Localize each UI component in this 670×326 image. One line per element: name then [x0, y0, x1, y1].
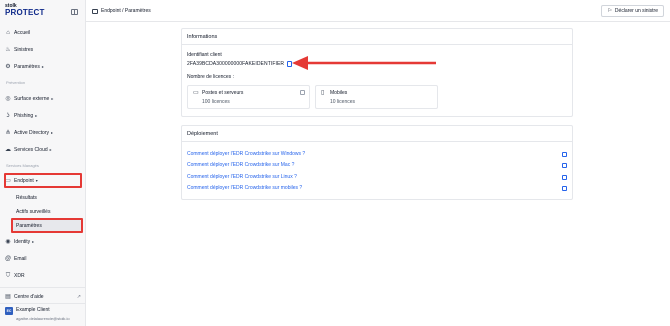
declare-claim-label: Déclarer un sinistre [614, 8, 658, 14]
sidebar-item-email[interactable]: @ Email [5, 253, 81, 264]
sidebar-item-label: Phishing [14, 112, 34, 119]
shield-icon: ⛉ [5, 272, 11, 279]
user-name: Example Client [16, 307, 50, 313]
sidebar-item-xdr[interactable]: ⛉ XDR [5, 270, 81, 281]
deploy-link-text[interactable]: Comment déployer l'EDR Crowdstrike sur W… [187, 151, 305, 157]
licence-box-postes: ▭ Postes et serveurs 100 licences [187, 85, 310, 109]
licence-box-mobiles: ▯ Mobiles 10 licences [315, 85, 438, 109]
sidebar-item-phishing[interactable]: ʖ Phishing ▸ [5, 110, 81, 121]
bell-icon: ⚐ [607, 8, 612, 14]
chevron-right-icon: ▸ [41, 64, 44, 69]
cloud-icon: ☁ [5, 146, 11, 153]
external-link-icon[interactable] [562, 185, 567, 191]
laptop-icon [92, 8, 98, 14]
deploy-link-mac[interactable]: Comment déployer l'EDR Crowdstrike sur M… [187, 160, 567, 170]
brand-line2: PROTECT [5, 8, 45, 17]
book-icon: ▤ [5, 293, 11, 300]
hook-icon: ʖ [6, 112, 10, 119]
fingerprint-icon: ◉ [5, 238, 11, 245]
licence-title: Mobiles [330, 90, 348, 96]
at-icon: @ [4, 255, 12, 262]
chevron-right-icon: ▸ [49, 147, 52, 152]
deploy-link-linux[interactable]: Comment déployer l'EDR Crowdstrike sur L… [187, 172, 567, 182]
topbar: Endpoint / Paramètres ⚐ Déclarer un sini… [86, 0, 670, 22]
globe-icon: ◎ [5, 95, 11, 102]
external-link-icon[interactable] [562, 174, 567, 180]
sidebar-item-label: Identity [14, 238, 31, 245]
sidebar-item-centre-aide[interactable]: ▤ Centre d'aide ↗ [5, 291, 81, 302]
annotation-arrow [292, 56, 436, 70]
section-label-prevention: Prévention [6, 80, 26, 85]
sidebar-divider [0, 287, 86, 288]
sidebar: stolk PROTECT ⌂ Accueil ♨ Sinistres ⚙ Pa… [0, 0, 86, 326]
sidebar-collapse-icon[interactable] [71, 9, 78, 15]
chevron-right-icon: ▸ [51, 96, 54, 101]
informations-title: Informations [182, 29, 572, 45]
sidebar-item-label: Email [14, 255, 27, 262]
client-id-value: 2FA39BCDA300000000FAKEIDENTIFIER [187, 61, 285, 67]
sidebar-subitem-resultats[interactable]: Résultats [16, 195, 37, 201]
sidebar-item-label: Services Cloud [14, 146, 48, 153]
declare-claim-button[interactable]: ⚐ Déclarer un sinistre [601, 5, 664, 17]
home-icon: ⌂ [6, 29, 10, 36]
user-email: agathe.delalaurencie@stoik.io [16, 316, 70, 321]
sidebar-item-label: Accueil [14, 29, 31, 36]
sidebar-item-identity[interactable]: ◉ Identity ▸ [5, 236, 81, 247]
sidebar-item-sinistres[interactable]: ♨ Sinistres [5, 44, 81, 55]
avatar[interactable]: EC [5, 307, 13, 315]
sidebar-item-label: XDR [14, 272, 25, 279]
deploy-link-text[interactable]: Comment déployer l'EDR Crowdstrike sur L… [187, 174, 297, 180]
licence-count: 100 licences [202, 99, 230, 105]
breadcrumb: Endpoint / Paramètres [92, 8, 151, 14]
endpoint-highlight-box [4, 173, 82, 188]
deploy-link-windows[interactable]: Comment déployer l'EDR Crowdstrike sur W… [187, 149, 567, 159]
info-icon[interactable] [300, 90, 305, 95]
sidebar-subitem-actifs-surveilles[interactable]: Actifs surveillés [16, 209, 50, 215]
section-label-services-manages: Services Managés [6, 163, 39, 168]
flame-icon: ♨ [5, 46, 11, 53]
sidebar-item-services-cloud[interactable]: ☁ Services Cloud ▸ [5, 144, 81, 155]
parametres-highlight-box [11, 218, 83, 233]
sidebar-item-label: Paramètres [14, 63, 40, 70]
deploy-link-mobiles[interactable]: Comment déployer l'EDR Crowdstrike sur m… [187, 183, 567, 193]
gear-icon: ⚙ [5, 63, 11, 70]
external-link-icon[interactable] [562, 151, 567, 157]
sidebar-item-label: Active Directory [14, 129, 50, 136]
chevron-right-icon: ▸ [32, 239, 35, 244]
sidebar-item-surface-externe[interactable]: ◎ Surface externe ▸ [5, 93, 81, 104]
chevron-right-icon: ▸ [51, 130, 54, 135]
mobile-icon: ▯ [321, 90, 325, 96]
client-id-label: Identifiant client [187, 52, 222, 58]
licence-title: Postes et serveurs [202, 90, 244, 96]
network-icon: ⋔ [5, 129, 11, 136]
deploy-link-text[interactable]: Comment déployer l'EDR Crowdstrike sur m… [187, 185, 302, 191]
sidebar-item-active-directory[interactable]: ⋔ Active Directory ▸ [5, 127, 81, 138]
sidebar-item-label: Sinistres [14, 46, 34, 53]
external-link-icon[interactable] [562, 162, 567, 168]
chevron-right-icon: ▸ [35, 113, 38, 118]
sidebar-item-label: Centre d'aide [14, 293, 44, 300]
licence-count: 10 licences [330, 99, 356, 105]
deploiement-card: Déploiement Comment déployer l'EDR Crowd… [181, 125, 573, 200]
breadcrumb-text: Endpoint / Paramètres [101, 8, 151, 14]
deploiement-title: Déploiement [182, 126, 572, 142]
brand-logo[interactable]: stolk PROTECT [5, 4, 45, 17]
sidebar-item-label: Surface externe [14, 95, 50, 102]
external-link-icon: ↗ [76, 293, 81, 300]
informations-card: Informations Identifiant client 2FA39BCD… [181, 28, 573, 117]
sidebar-divider [0, 303, 86, 304]
desktop-icon: ▭ [193, 90, 199, 96]
sidebar-item-parametres[interactable]: ⚙ Paramètres ▸ [5, 61, 81, 72]
licences-label: Nombre de licences : [187, 74, 234, 80]
sidebar-item-accueil[interactable]: ⌂ Accueil [5, 27, 81, 38]
deploy-link-text[interactable]: Comment déployer l'EDR Crowdstrike sur M… [187, 162, 294, 168]
